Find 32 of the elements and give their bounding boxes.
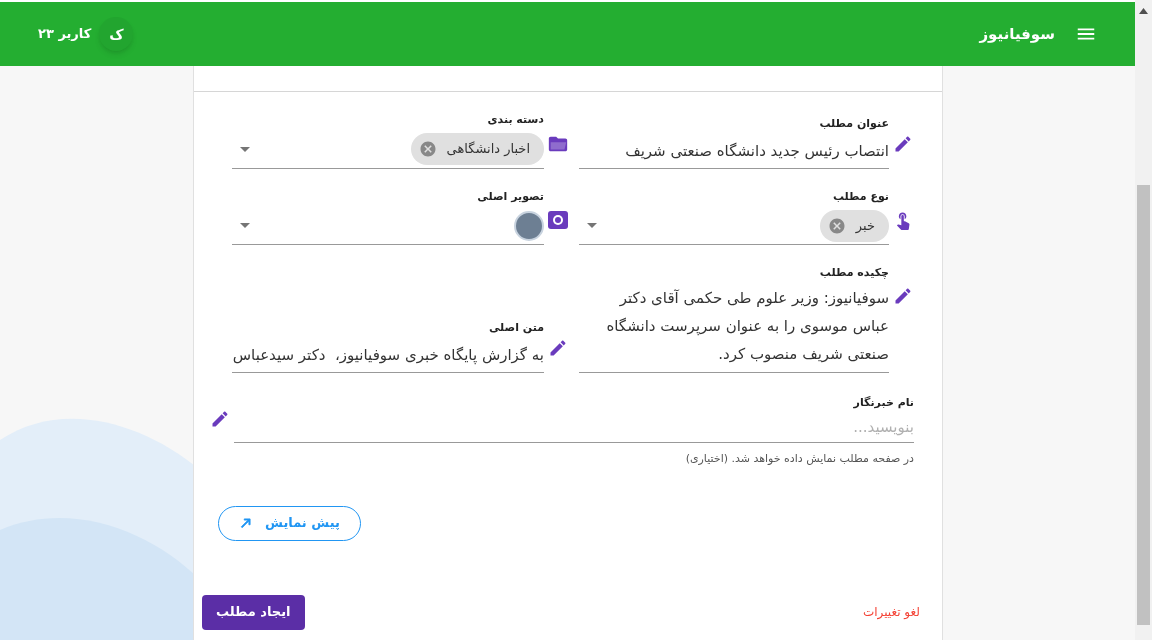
remove-chip-icon[interactable] bbox=[827, 216, 846, 235]
field-label: عنوان مطلب bbox=[818, 116, 889, 132]
camera-icon bbox=[547, 209, 569, 231]
select-field[interactable]: خبر bbox=[579, 207, 889, 245]
dropdown-caret-icon[interactable] bbox=[587, 223, 597, 228]
remove-chip-icon[interactable] bbox=[418, 140, 437, 158]
app-title: سوفیانیوز bbox=[979, 23, 1055, 45]
arrow-icon bbox=[239, 516, 253, 530]
field-label: متن اصلی bbox=[487, 320, 544, 336]
photo-placeholder bbox=[514, 210, 544, 241]
reporter-input-field[interactable]: بنویسید... bbox=[234, 411, 914, 443]
dropdown-caret-icon[interactable] bbox=[240, 223, 250, 228]
scrollbar-thumb[interactable] bbox=[1137, 185, 1150, 625]
field-label: دسته بندی bbox=[486, 112, 544, 128]
user-name: کاربر ۲۳ bbox=[38, 25, 92, 44]
field-label: نوع مطلب bbox=[831, 188, 889, 205]
cancel-link[interactable]: لغو تغییرات bbox=[862, 603, 920, 621]
helper-text: در صفحه مطلب نمایش داده خواهد شد. (اختیاری) bbox=[684, 451, 914, 467]
dropdown-caret-icon[interactable] bbox=[240, 146, 250, 152]
scrollbar[interactable] bbox=[1135, 0, 1152, 640]
select-field[interactable]: اخبار دانشگاهی bbox=[232, 130, 544, 169]
chip[interactable]: اخبار دانشگاهی bbox=[410, 133, 544, 165]
field-label: چکیده مطلب bbox=[818, 265, 889, 281]
pencil-icon bbox=[210, 409, 230, 429]
text-input-field[interactable]: به گزارش پایگاه خبری سوفیانیوز، دکتر سیدعباس bbox=[232, 338, 544, 373]
create-button[interactable]: ایجاد مطلب bbox=[202, 594, 305, 630]
field-label: نام خبرنگار bbox=[852, 394, 914, 411]
textarea-field[interactable]: سوفیانیوز: وزیر علوم طی حکمی آقای دکتر عباس موسوی را به عنوان سرپرست دانشگاه صنعتی شریف منصوب کرد. bbox=[579, 283, 889, 373]
chip[interactable]: خبر bbox=[819, 209, 889, 242]
scroll-up-arrow-icon[interactable] bbox=[1139, 8, 1148, 14]
text-input-field[interactable]: انتصاب رئیس جدید دانشگاه صنعتی شریف bbox=[579, 134, 889, 169]
field-label: تصویر اصلی bbox=[476, 188, 544, 205]
